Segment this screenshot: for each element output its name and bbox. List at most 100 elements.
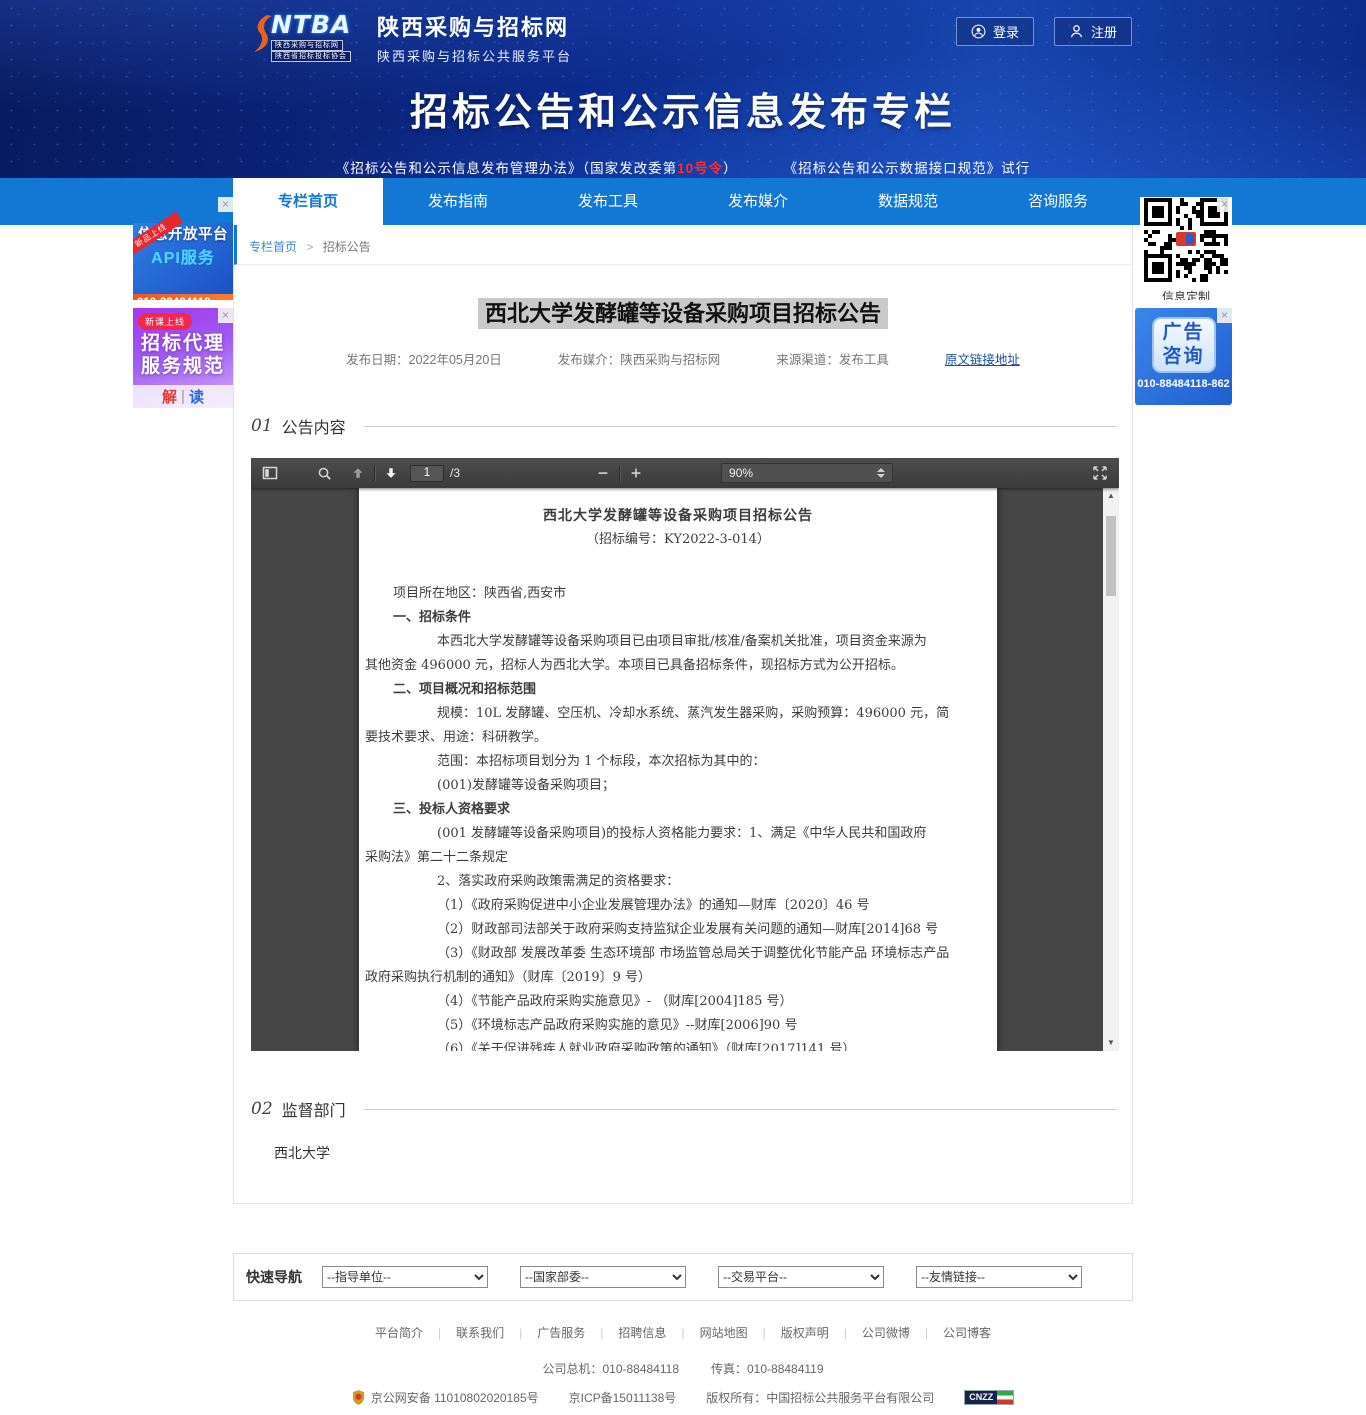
breadcrumb: 专栏首页 > 招标公告 [234,225,1132,265]
police-badge-icon [352,1390,365,1405]
pdf-text-line: 西北大学发酵罐等设备采购项目招标公告 [363,504,993,528]
ad-api-service[interactable]: × 新品上线 信息开放平台 API服务 010-88484118 -860/85… [133,197,233,300]
article-meta: 发布日期：2022年05月20日发布媒介：陕西采购与招标网来源渠道：发布工具 原… [234,349,1132,368]
footer-beian: 京公网安备 11010802020185号 [371,1389,539,1406]
footer-links: 平台简介 联系我们 广告服务 招聘信息 网站地图 版权声明 公司微博 公司博客 [0,1324,1366,1341]
meta-item: 发布日期：2022年05月20日 [346,349,502,368]
pdf-text-line: 规模：10L 发酵罐、空压机、冷却水系统、蒸汽发生器采购，采购预算：496000… [363,702,993,726]
nav-tab[interactable]: 咨询服务 [983,178,1133,225]
pdf-text-line: 2、落实政府采购政策需满足的资格要求： [363,870,993,894]
footer-copyright: 版权所有：中国招标公共服务平台有限公司 [706,1389,934,1406]
footer-link[interactable]: 平台简介 [375,1326,423,1340]
footer-link[interactable]: 版权声明 [781,1326,829,1340]
nav-tab[interactable]: 数据规范 [833,178,983,225]
search-icon[interactable] [311,461,337,485]
section-number: 02 [251,1099,273,1119]
ad-consult-box: 广告 咨询 [1152,317,1216,373]
zoom-in-icon[interactable] [623,461,649,485]
section-title: 监督部门 [282,1097,346,1121]
nav-tabs: 专栏首页发布指南发布工具发布媒介数据规范咨询服务 [233,178,1133,225]
footer-link[interactable]: 联系我们 [456,1326,504,1340]
pdf-viewer: /3 90% [251,458,1119,1051]
close-icon[interactable]: × [218,308,233,323]
ad-qr-subscribe[interactable]: × 信息定制 [1140,197,1232,300]
pdf-text-line: 三、投标人资格要求 [363,798,993,822]
footer-fax: 传真：010-88484119 [711,1360,824,1377]
quick-nav-panel: 快速导航 --指导单位-- --国家部委-- --交易平台-- --友情链接-- [233,1253,1133,1301]
select-spinner-icon [877,468,885,478]
pdf-text-line: 其他资金 496000 元，招标人为西北大学。本项目已具备招标条件，现招标方式为… [363,654,993,678]
ad-pill-badge: 新课上线 [138,313,192,330]
footer-link[interactable]: 广告服务 [537,1326,585,1340]
footer-link-item: 招聘信息 [585,1324,666,1341]
scroll-down-icon[interactable]: ▼ [1103,1036,1119,1050]
login-label: 登录 [993,22,1019,41]
pdf-toolbar: /3 90% [251,458,1119,488]
ad-consult[interactable]: × 广告 咨询 010-88484118-862 [1135,308,1232,405]
close-icon[interactable]: × [1217,197,1232,212]
fullscreen-icon[interactable] [1087,461,1113,485]
logo-mark-icon: NTBA 陕西采购与招标网 陕西省招标投标协会 [255,14,367,62]
quick-nav-select[interactable]: --友情链接-- [916,1266,1082,1288]
pdf-text-line: （招标编号：KY2022-3-014） [363,528,993,552]
cnzz-badge[interactable]: CNZZ [964,1390,1014,1405]
ad-api-body: 新品上线 信息开放平台 API服务 [133,223,233,294]
footer-contact-line: 公司总机：010-88484118 传真：010-88484119 [0,1360,1366,1377]
footer-link-item: 版权声明 [748,1324,829,1341]
nav-tab[interactable]: 专栏首页 [233,178,383,225]
footer-link[interactable]: 公司博客 [943,1326,991,1340]
logo-text: 陕西采购与招标网 陕西采购与招标公共服务平台 [377,10,572,65]
quick-nav-selects: --指导单位-- --国家部委-- --交易平台-- --友情链接-- [322,1266,1114,1288]
login-button[interactable]: 登录 [956,17,1034,46]
breadcrumb-home-link[interactable]: 专栏首页 [249,240,297,254]
pdf-text-line: 采购法》第二十二条规定 [363,846,993,870]
pdf-text-line: （3）《财政部 发展改革委 生态环境部 市场监管总局关于调整优化节能产品 环境标… [363,942,993,966]
footer-link-item: 公司微博 [829,1324,910,1341]
nav-tab[interactable]: 发布工具 [533,178,683,225]
footer: 平台简介 联系我们 广告服务 招聘信息 网站地图 版权声明 公司微博 公司博客 公司总机：01… [0,1324,1366,1406]
banner-note-red: 10号令 [677,161,723,176]
ad-consult-phone: 010-88484118-862 [1135,378,1232,390]
meta-items: 发布日期：2022年05月20日发布媒介：陕西采购与招标网来源渠道：发布工具 [346,349,889,368]
zoom-out-icon[interactable] [590,461,616,485]
logo-abbr: NTBA [271,10,351,39]
auth-buttons: 登录 注册 [956,17,1132,46]
cnzz-stripes-icon [997,1391,1013,1404]
sidebar-toggle-icon[interactable] [257,461,283,485]
quick-nav-select[interactable]: --指导单位-- [322,1266,488,1288]
pdf-text-line: 本西北大学发酵罐等设备采购项目已由项目审批/核准/备案机关批准，项目资金来源为 [363,630,993,654]
footer-link[interactable]: 招聘信息 [618,1326,666,1340]
user-circle-icon [971,24,986,39]
footer-link[interactable]: 网站地图 [700,1326,748,1340]
footer-link-item: 公司博客 [910,1324,991,1341]
close-icon[interactable]: × [218,197,233,212]
site-logo: NTBA 陕西采购与招标网 陕西省招标投标协会 陕西采购与招标网 陕西采购与招标… [255,10,572,65]
scroll-up-icon[interactable]: ▲ [1103,489,1119,503]
page-number-input[interactable] [410,465,444,482]
zoom-level-select[interactable]: 90% [721,463,893,483]
banner-note-part2: ） [723,161,738,176]
article-title: 西北大学发酵罐等设备采购项目招标公告 [234,296,1132,328]
pdf-text-line: （1）《政府采购促进中小企业发展管理办法》的通知—财库〔2020〕46 号 [363,894,993,918]
close-icon[interactable]: × [1217,308,1232,323]
scrollbar-thumb[interactable] [1106,516,1116,596]
page-down-icon[interactable] [378,461,404,485]
source-link[interactable]: 原文链接地址 [945,349,1020,368]
nav-tab[interactable]: 发布指南 [383,178,533,225]
page-up-icon[interactable] [345,461,371,485]
cnzz-label: CNZZ [965,1391,997,1404]
quick-nav-label: 快速导航 [246,1267,302,1287]
nav-tab[interactable]: 发布媒介 [683,178,833,225]
footer-link[interactable]: 公司微博 [862,1326,910,1340]
pdf-page: 西北大学发酵罐等设备采购项目招标公告（招标编号：KY2022-3-014）项目所… [359,488,997,1051]
page-total: /3 [450,466,460,480]
quick-nav-select[interactable]: --国家部委-- [520,1266,686,1288]
quick-nav-select[interactable]: --交易平台-- [718,1266,884,1288]
register-button[interactable]: 注册 [1054,17,1132,46]
supervisor-department: 西北大学 [274,1143,1132,1163]
ad-agency-course[interactable]: × 新课上线 招标代理 服务规范 解 | 读 [133,308,233,408]
zoom-level-value: 90% [729,466,877,480]
pdf-text-line: （4）《节能产品政府采购实施意见》- （财库[2004]185 号） [363,990,993,1014]
logo-mark-line1: 陕西采购与招标网 [271,40,343,51]
section-header-supervisor: 02 监督部门 [251,1097,1117,1121]
